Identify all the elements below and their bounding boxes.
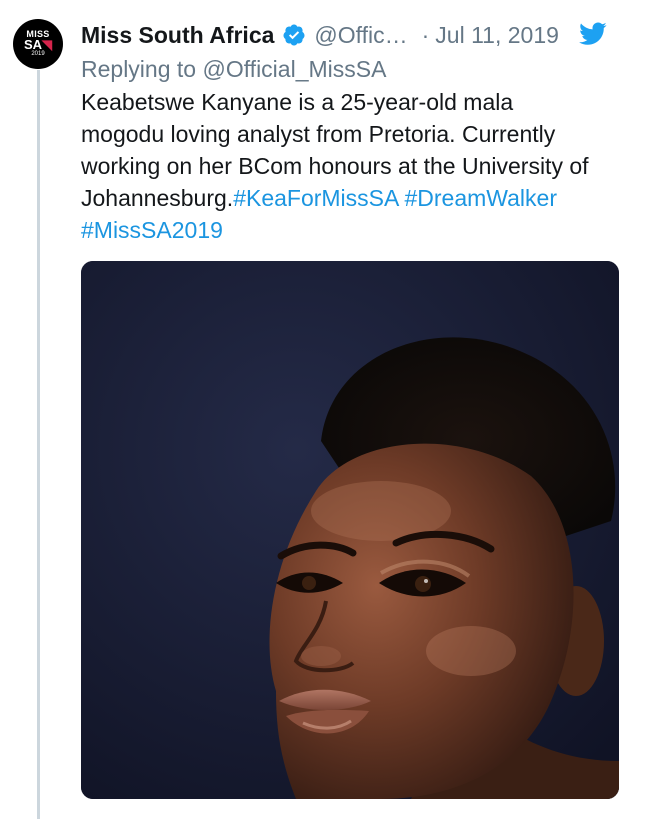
tweet-text-line-1: Keabetswe Kanyane is a 25-year-old mala [81, 89, 514, 115]
avatar-text-sa: SA◥ [23, 37, 53, 52]
thread-connector-line [37, 70, 40, 819]
tweet[interactable]: MISS SA◥ 2019 Miss South Africa @Offic… … [0, 0, 655, 819]
replying-mention-link[interactable]: @Official_MissSA [202, 56, 386, 82]
tweet-text-line-3: working on her BCom honours at the Unive… [81, 153, 589, 179]
separator-dot: · [421, 21, 430, 48]
user-handle[interactable]: @Offic… [314, 22, 407, 49]
hashtag-link-dreamwalker[interactable]: #DreamWalker [404, 185, 557, 211]
twitter-bird-icon [579, 22, 607, 46]
avatar[interactable]: MISS SA◥ 2019 [13, 19, 63, 69]
display-name[interactable]: Miss South Africa [81, 22, 274, 49]
hashtag-link-missa2019[interactable]: #MissSA2019 [81, 217, 223, 243]
hashtag-link-keaformissa[interactable]: #KeaForMissSA [233, 185, 398, 211]
replying-prefix: Replying to [81, 56, 197, 82]
tweet-text-johannesburg: Johannesburg. [81, 185, 234, 211]
tweet-text-line-5: #MissSA2019 [81, 214, 636, 246]
portrait-photo-illustration [81, 261, 619, 799]
tweet-date[interactable]: Jul 11, 2019 [435, 22, 559, 49]
avatar-text-year: 2019 [31, 51, 45, 57]
verified-badge-icon [282, 23, 306, 47]
tweet-photo[interactable] [81, 261, 619, 799]
tweet-header: Miss South Africa @Offic… · Jul 11, 2019 [81, 18, 641, 52]
tweet-text-line-2: mogodu loving analyst from Pretoria. Cur… [81, 121, 556, 147]
tweet-text: Keabetswe Kanyane is a 25-year-old mala … [81, 86, 636, 246]
replying-to: Replying to @Official_MissSA [81, 53, 386, 85]
tweet-text-line-4: Johannesburg.#KeaForMissSA #DreamWalker [81, 182, 636, 214]
